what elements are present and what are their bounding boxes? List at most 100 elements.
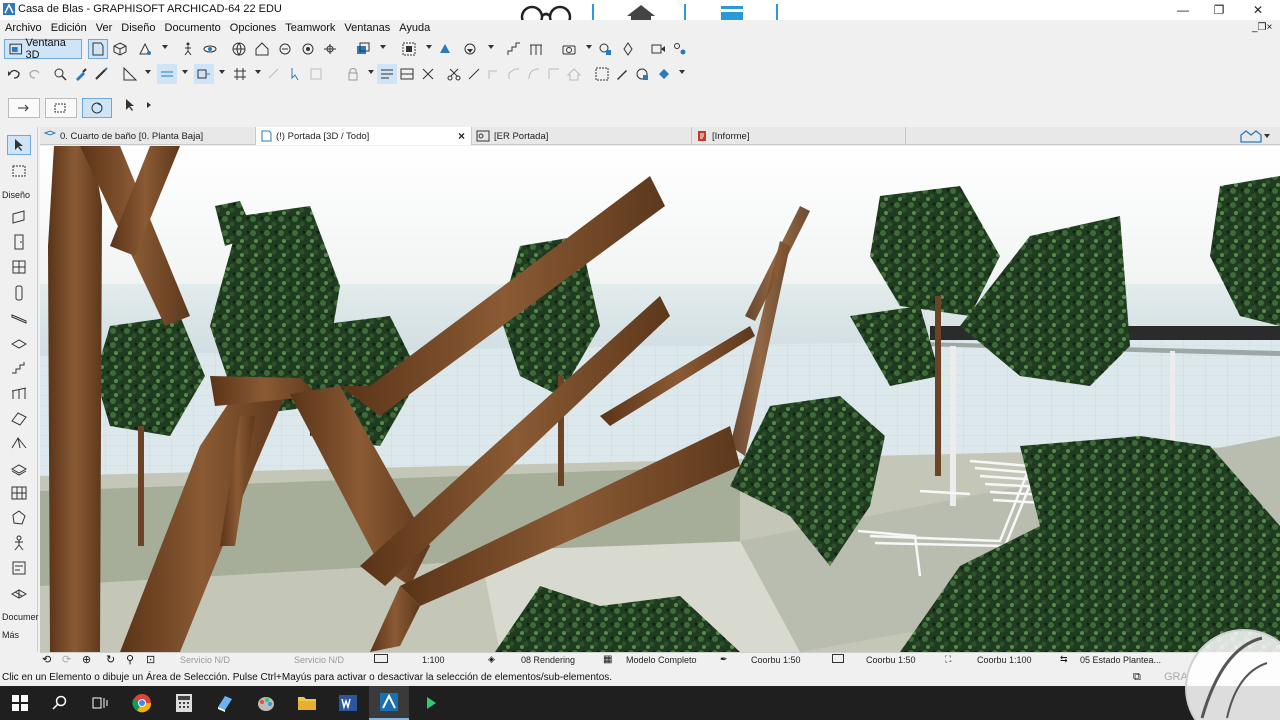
marquee-selection-button[interactable] (45, 98, 77, 118)
layer-combination-dropdown[interactable]: 08 Rendering (521, 655, 575, 665)
railing-tool[interactable] (7, 383, 31, 403)
redo-button[interactable] (25, 64, 45, 84)
chevron-down-icon[interactable] (368, 70, 374, 74)
teamwork-button[interactable] (670, 39, 690, 59)
snap-guides-button[interactable] (194, 64, 214, 84)
skylight-tool[interactable] (7, 458, 31, 478)
solid-ops-button[interactable] (435, 39, 455, 59)
fillet-button[interactable] (504, 64, 524, 84)
intersect-button[interactable] (484, 64, 504, 84)
pointer-tool-button[interactable] (120, 95, 140, 115)
inject-button[interactable] (91, 64, 111, 84)
tab-list-button[interactable] (1240, 128, 1278, 144)
roof-tool[interactable] (7, 408, 31, 428)
archicad-taskbar-button[interactable] (369, 686, 409, 720)
split-button[interactable] (444, 64, 464, 84)
render-button[interactable] (595, 39, 615, 59)
task-view-button[interactable] (80, 686, 120, 720)
chrome-button[interactable] (122, 686, 162, 720)
camera-button[interactable] (559, 39, 579, 59)
media-button[interactable] (411, 686, 451, 720)
chevron-down-icon[interactable] (182, 70, 188, 74)
workspace-icon[interactable]: ⧉ (1133, 671, 1141, 684)
chevron-down-icon[interactable] (162, 45, 168, 49)
beam-tool[interactable] (7, 308, 31, 328)
window-tool[interactable] (7, 257, 31, 277)
walk-button[interactable] (178, 39, 198, 59)
close-tab-icon[interactable]: × (458, 129, 465, 143)
marquee-3d-button[interactable] (399, 39, 419, 59)
renovation-filter-dropdown[interactable]: 05 Estado Plantea... (1080, 655, 1161, 665)
chevron-down-icon[interactable] (380, 45, 386, 49)
rotated-grid-button[interactable] (264, 64, 284, 84)
menu-diseno[interactable]: Diseño (121, 22, 155, 34)
column-tool[interactable] (7, 283, 31, 303)
more-section-label[interactable]: Más (2, 630, 19, 640)
mesh-tool[interactable] (7, 583, 31, 603)
search-button[interactable] (40, 686, 80, 720)
notepad-button[interactable] (205, 686, 245, 720)
menu-documento[interactable]: Documento (165, 22, 221, 34)
walk-status-icon[interactable]: ⚲ (126, 653, 134, 666)
chevron-down-icon[interactable] (488, 45, 494, 49)
mdi-controls-icon[interactable]: _❐× (1252, 22, 1272, 33)
zoom-in-icon[interactable]: ⊕ (82, 653, 91, 666)
cross-button[interactable] (418, 64, 438, 84)
publish-button[interactable] (648, 39, 668, 59)
menu-ver[interactable]: Ver (96, 22, 113, 34)
axonometry-button[interactable] (110, 39, 130, 59)
chevron-right-icon[interactable] (147, 102, 151, 108)
chevron-down-icon[interactable] (145, 70, 151, 74)
pen-set-dropdown[interactable]: Coorbu 1:50 (751, 655, 801, 665)
tab-3d-portada[interactable]: (!) Portada [3D / Todo] × (256, 127, 472, 145)
measure-button[interactable] (120, 64, 140, 84)
shell-tool[interactable] (7, 433, 31, 453)
close-button[interactable]: ✕ (1243, 0, 1273, 20)
edit-pen-button[interactable] (612, 64, 632, 84)
slab-tool[interactable] (7, 333, 31, 353)
model-view-dropdown[interactable]: Modelo Completo (626, 655, 697, 665)
redo-zoom-icon[interactable]: ⟳ (62, 653, 71, 666)
menu-opciones[interactable]: Opciones (230, 22, 276, 34)
fit-view-icon[interactable]: ⊡ (146, 653, 155, 666)
rotate-selection-button[interactable] (82, 98, 112, 118)
suspend-groups-button[interactable] (306, 64, 326, 84)
lock-button[interactable] (343, 64, 363, 84)
door-tool[interactable] (7, 232, 31, 252)
marquee-tool[interactable] (7, 161, 31, 181)
wall-tool[interactable] (7, 207, 31, 227)
chevron-down-icon[interactable] (679, 70, 685, 74)
railing-button[interactable] (526, 39, 546, 59)
roof-button[interactable] (564, 64, 584, 84)
adjust-button[interactable] (464, 64, 484, 84)
paint-button[interactable] (246, 686, 286, 720)
minimize-button[interactable]: — (1168, 0, 1198, 20)
word-button[interactable] (328, 686, 368, 720)
tab-floor-plan[interactable]: 0. Cuarto de baño [0. Planta Baja] (40, 127, 256, 145)
pick-up-button[interactable] (71, 64, 91, 84)
curtain-wall-tool[interactable] (7, 483, 31, 503)
tab-er-portada[interactable]: [ER Portada] (472, 127, 692, 145)
stair-tool[interactable] (7, 358, 31, 378)
perspective-button[interactable] (88, 39, 108, 59)
stair-button[interactable] (504, 39, 524, 59)
orbit-status-icon[interactable]: ↻ (106, 653, 115, 666)
tab-informe[interactable]: [Informe] (692, 127, 906, 145)
3d-style-button[interactable] (135, 39, 155, 59)
elevation-button[interactable] (275, 39, 295, 59)
grid-snap-button[interactable] (230, 64, 250, 84)
detail-button[interactable] (320, 39, 340, 59)
menu-edicion[interactable]: Edición (51, 22, 87, 34)
cursor-snap-button[interactable] (284, 64, 304, 84)
file-explorer-button[interactable] (287, 686, 327, 720)
trace-compare-button[interactable] (397, 64, 417, 84)
structure-display-dropdown[interactable]: Coorbu 1:100 (977, 655, 1032, 665)
section-button[interactable] (298, 39, 318, 59)
chevron-down-icon[interactable] (255, 70, 261, 74)
guide-lines-button[interactable] (157, 64, 177, 84)
document-section-label[interactable]: Documer (2, 612, 39, 622)
calculator-button[interactable] (164, 686, 204, 720)
object-tool[interactable] (7, 533, 31, 553)
chevron-down-icon[interactable] (219, 70, 225, 74)
scale-dropdown[interactable]: 1:100 (422, 655, 445, 665)
